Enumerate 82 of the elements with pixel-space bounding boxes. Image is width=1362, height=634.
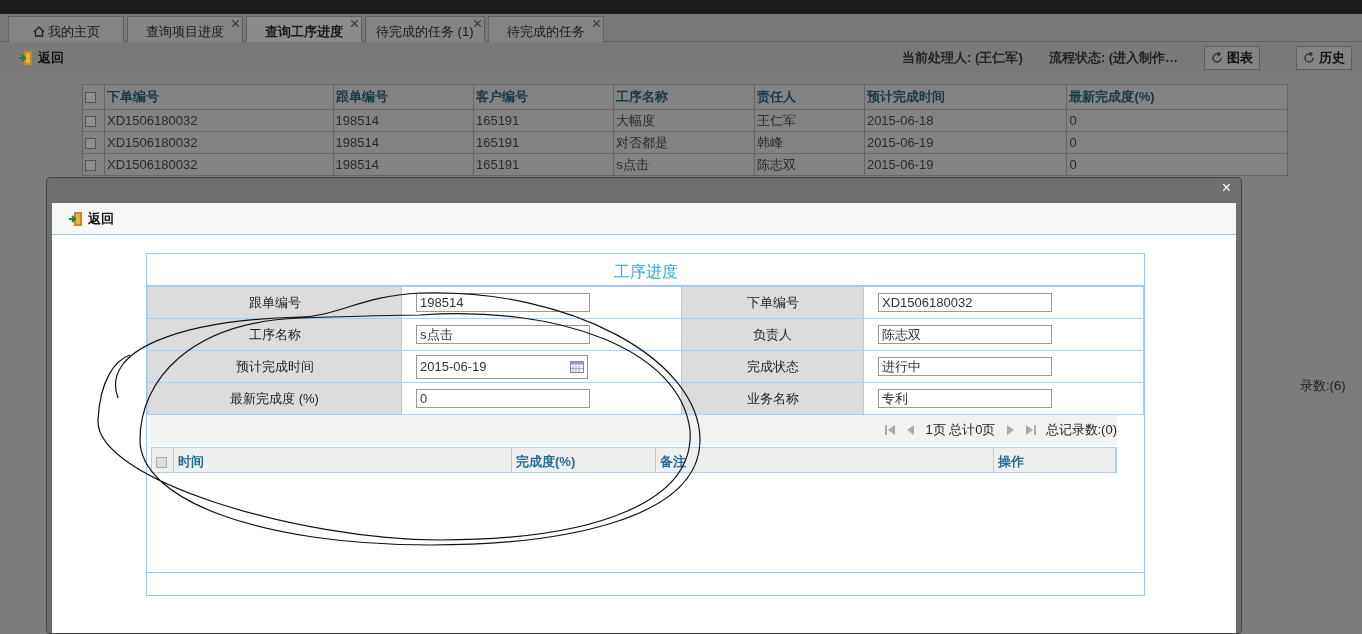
table-cell: 165191 (473, 153, 614, 176)
table-cell: 198514 (333, 109, 474, 132)
close-icon[interactable] (232, 17, 239, 29)
input-field[interactable]: 198514 (416, 293, 590, 312)
table-cell: 2015-06-19 (864, 153, 1067, 176)
tab[interactable]: 我的主页 (8, 16, 124, 42)
toolbar-button[interactable]: 图表 (1204, 46, 1260, 70)
field-label: 跟单编号 (147, 286, 402, 319)
calendar-icon[interactable] (570, 360, 584, 373)
tab[interactable]: 查询工序进度 (246, 16, 362, 42)
close-icon[interactable] (351, 17, 358, 29)
table-cell: 0 (1066, 109, 1288, 132)
record-count-text: 录数:(6) (1300, 377, 1346, 395)
close-icon[interactable] (473, 17, 481, 29)
table-cell: 韩峰 (754, 131, 865, 154)
column-header: 客户编号 (473, 84, 614, 110)
table-cell: 0 (1066, 153, 1288, 176)
field-label: 最新完成度 (%) (147, 382, 402, 415)
table-cell: XD1506180032 (104, 109, 334, 132)
table-cell: 0 (1066, 131, 1288, 154)
exit-door-icon (18, 50, 34, 66)
column-header: 最新完成度(%) (1066, 84, 1288, 110)
last-page-icon[interactable] (1025, 424, 1036, 436)
column-header: 工序名称 (613, 84, 755, 110)
input-field[interactable]: 0 (416, 389, 590, 408)
table-cell: 2015-06-19 (864, 131, 1067, 154)
table-cell: XD1506180032 (104, 131, 334, 154)
column-header: 完成度(%) (512, 448, 656, 472)
table-cell: 陈志双 (754, 153, 865, 176)
exit-door-icon (68, 210, 84, 227)
column-header: 操作 (994, 448, 1116, 472)
table-cell: 165191 (473, 109, 614, 132)
checkbox[interactable] (156, 457, 167, 469)
column-header: 时间 (174, 448, 512, 472)
checkbox[interactable] (85, 92, 96, 104)
column-header: 责任人 (754, 84, 865, 110)
table-cell: s点击 (613, 153, 755, 176)
tab[interactable]: 查询项目进度 (127, 16, 243, 42)
input-field[interactable]: s点击 (416, 325, 590, 344)
field-label: 预计完成时间 (147, 350, 402, 383)
column-header: 下单编号 (104, 84, 334, 110)
first-page-icon[interactable] (885, 424, 896, 436)
field-label: 负责人 (681, 318, 864, 351)
table-cell: 对否都是 (613, 131, 755, 154)
tab[interactable]: 待完成的任务 (1) (365, 16, 485, 42)
checkbox[interactable] (85, 115, 96, 127)
column-header: 跟单编号 (333, 84, 474, 110)
input-field[interactable]: XD1506180032 (878, 293, 1052, 312)
input-field[interactable]: 进行中 (878, 357, 1052, 376)
field-label: 下单编号 (681, 286, 864, 319)
field-label: 完成状态 (681, 350, 864, 383)
table-cell: XD1506180032 (104, 153, 334, 176)
back-button[interactable]: 返回 (18, 48, 64, 68)
column-header: 预计完成时间 (864, 84, 1067, 110)
date-field[interactable]: 2015-06-19 (416, 354, 588, 379)
refresh-icon (1211, 52, 1223, 64)
current-handler-label: 当前处理人: (王仁军) (902, 49, 1023, 68)
page-info: 1页 总计0页 (925, 421, 996, 440)
input-field[interactable]: 陈志双 (878, 325, 1052, 344)
refresh-icon (1303, 52, 1315, 64)
column-header: 备注 (656, 448, 994, 472)
table-cell: 165191 (473, 131, 614, 154)
table-cell: 大幅度 (613, 109, 755, 132)
close-button[interactable]: × (1221, 180, 1231, 196)
checkbox[interactable] (85, 137, 96, 149)
table-cell: 2015-06-18 (864, 109, 1067, 132)
input-field[interactable]: 专利 (878, 389, 1052, 408)
table-cell: 198514 (333, 131, 474, 154)
tab[interactable]: 待完成的任务 (487, 16, 604, 42)
toolbar-button[interactable]: 历史 (1296, 46, 1352, 70)
back-button[interactable]: 返回 (68, 208, 114, 229)
previous-page-icon[interactable] (905, 424, 916, 436)
field-label: 业务名称 (681, 382, 864, 415)
flow-status-label: 流程状态: (进入制作… (1048, 49, 1178, 68)
table-cell: 王仁军 (754, 109, 865, 132)
field-label: 工序名称 (147, 318, 402, 351)
record-count-text: 总记录数:(0) (1045, 421, 1117, 440)
table-cell: 198514 (333, 153, 474, 176)
home-icon (32, 26, 45, 37)
checkbox[interactable] (85, 159, 96, 171)
next-page-icon[interactable] (1005, 424, 1016, 436)
close-icon[interactable] (592, 17, 600, 29)
